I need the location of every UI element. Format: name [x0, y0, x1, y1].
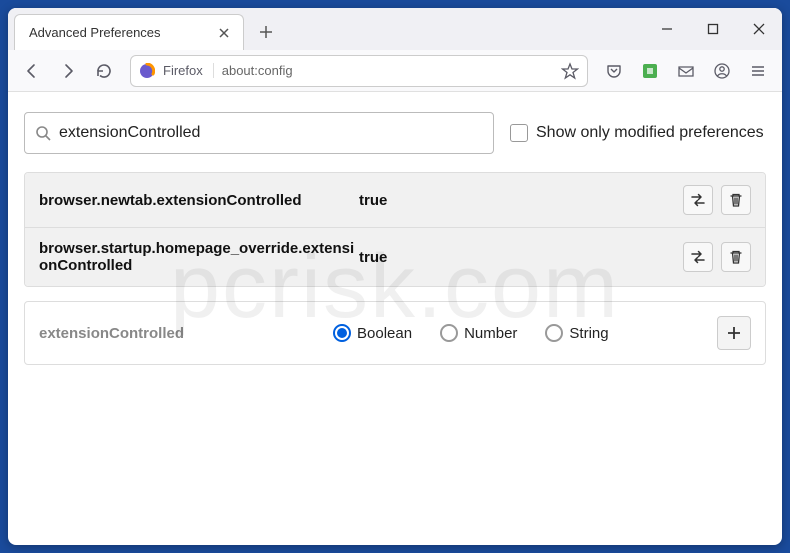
navigation-toolbar: Firefox about:config [8, 50, 782, 92]
app-menu-button[interactable] [742, 55, 774, 87]
tab-active[interactable]: Advanced Preferences [14, 14, 244, 50]
search-box[interactable] [24, 112, 494, 154]
urlbar-text: about:config [222, 63, 293, 78]
maximize-button[interactable] [690, 8, 736, 50]
pref-name: browser.newtab.extensionControlled [39, 192, 359, 209]
close-window-button[interactable] [736, 8, 782, 50]
radio-icon [333, 324, 351, 342]
radio-label: Number [464, 325, 517, 342]
about-config-content: Show only modified preferences browser.n… [8, 92, 782, 385]
browser-window: Advanced Preferences [8, 8, 782, 545]
pref-value: true [359, 192, 683, 209]
close-tab-icon[interactable] [215, 24, 233, 42]
toggle-button[interactable] [683, 185, 713, 215]
search-input[interactable] [59, 124, 483, 142]
delete-button[interactable] [721, 242, 751, 272]
back-button[interactable] [16, 55, 48, 87]
search-row: Show only modified preferences [24, 112, 766, 154]
radio-label: String [569, 325, 608, 342]
url-bar[interactable]: Firefox about:config [130, 55, 588, 87]
radio-label: Boolean [357, 325, 412, 342]
show-modified-checkbox[interactable]: Show only modified preferences [510, 124, 764, 142]
inbox-icon[interactable] [670, 55, 702, 87]
add-pref-name: extensionControlled [39, 325, 319, 342]
checkbox-label: Show only modified preferences [536, 124, 764, 142]
checkbox-icon [510, 124, 528, 142]
pocket-icon[interactable] [598, 55, 630, 87]
toggle-button[interactable] [683, 242, 713, 272]
radio-number[interactable]: Number [440, 324, 517, 342]
account-icon[interactable] [706, 55, 738, 87]
radio-icon [440, 324, 458, 342]
search-icon [35, 125, 51, 141]
reload-button[interactable] [88, 55, 120, 87]
minimize-button[interactable] [644, 8, 690, 50]
pref-value: true [359, 249, 683, 266]
tab-title: Advanced Preferences [29, 25, 161, 40]
urlbar-brand: Firefox [163, 63, 214, 78]
pref-row: browser.newtab.extensionControlled true [25, 173, 765, 228]
bookmark-star-icon[interactable] [561, 62, 579, 80]
preferences-table: browser.newtab.extensionControlled true … [24, 172, 766, 287]
window-controls [644, 8, 782, 50]
radio-string[interactable]: String [545, 324, 608, 342]
forward-button[interactable] [52, 55, 84, 87]
titlebar: Advanced Preferences [8, 8, 782, 50]
delete-button[interactable] [721, 185, 751, 215]
pref-row: browser.startup.homepage_override.extens… [25, 228, 765, 286]
type-radio-group: Boolean Number String [333, 324, 703, 342]
extension-icon[interactable] [634, 55, 666, 87]
add-button[interactable] [717, 316, 751, 350]
firefox-icon [139, 63, 155, 79]
pref-actions [683, 185, 751, 215]
radio-icon [545, 324, 563, 342]
pref-name: browser.startup.homepage_override.extens… [39, 240, 359, 274]
radio-boolean[interactable]: Boolean [333, 324, 412, 342]
pref-actions [683, 242, 751, 272]
new-tab-button[interactable] [252, 18, 280, 46]
add-preference-row: extensionControlled Boolean Number Strin… [24, 301, 766, 365]
